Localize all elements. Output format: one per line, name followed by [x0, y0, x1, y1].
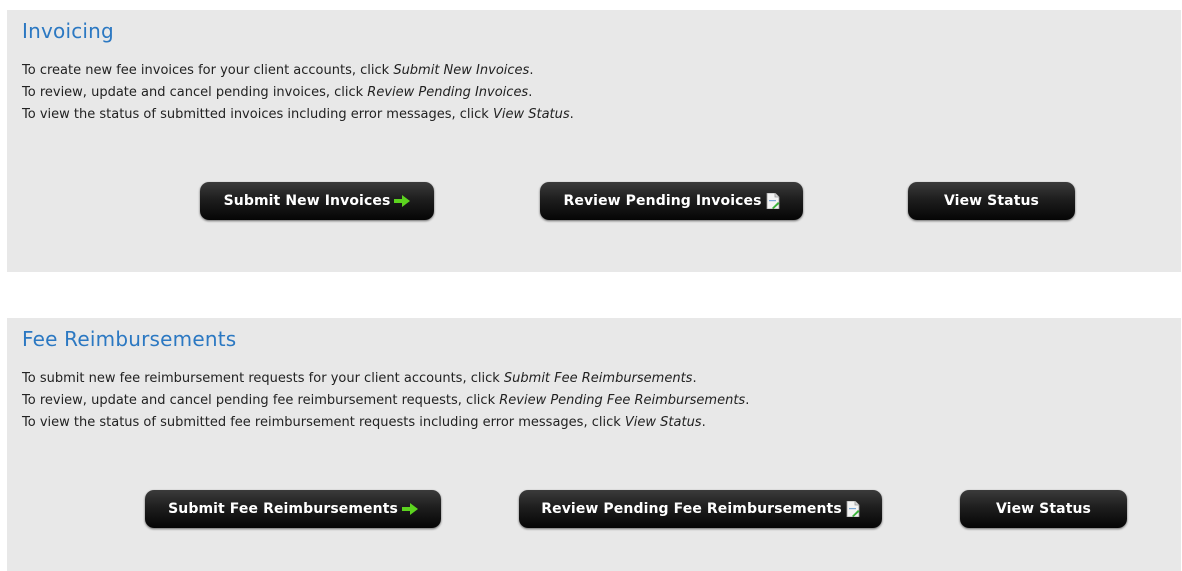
review-pending-fee-reimbursements-button[interactable]: Review Pending Fee Reimbursements	[519, 490, 882, 528]
document-edit-icon	[846, 501, 860, 517]
invoicing-instructions: To create new fee invoices for your clie…	[22, 60, 574, 126]
invoicing-view-status-button[interactable]: View Status	[908, 182, 1075, 220]
instruction-line: To submit new fee reimbursement requests…	[22, 368, 749, 390]
button-label: View Status	[995, 501, 1091, 517]
instruction-emphasis: Review Pending Fee Reimbursements	[499, 393, 746, 408]
instruction-period: .	[701, 415, 706, 430]
instruction-period: .	[528, 85, 533, 100]
instruction-emphasis: Submit New Invoices	[393, 63, 530, 78]
button-label: Review Pending Fee Reimbursements	[541, 501, 842, 517]
fee-reimbursements-view-status-button[interactable]: View Status	[960, 490, 1127, 528]
instruction-text: To create new fee invoices for your clie…	[22, 63, 394, 78]
instruction-period: .	[745, 393, 750, 408]
button-label: Submit Fee Reimbursements	[168, 501, 398, 517]
instruction-period: .	[529, 63, 534, 78]
invoicing-panel: Invoicing To create new fee invoices for…	[7, 10, 1181, 272]
instruction-period: .	[569, 107, 574, 122]
instruction-emphasis: View Status	[492, 107, 570, 122]
instruction-emphasis: Submit Fee Reimbursements	[503, 371, 693, 386]
instruction-text: To review, update and cancel pending fee…	[22, 393, 500, 408]
green-arrow-right-icon	[394, 195, 411, 207]
instruction-text: To view the status of submitted invoices…	[22, 107, 493, 122]
button-label: View Status	[943, 193, 1039, 209]
instruction-line: To review, update and cancel pending inv…	[22, 82, 574, 104]
instruction-text: To review, update and cancel pending inv…	[22, 85, 368, 100]
instruction-emphasis: Review Pending Invoices	[367, 85, 529, 100]
submit-new-invoices-button[interactable]: Submit New Invoices	[200, 182, 434, 220]
instruction-line: To view the status of submitted invoices…	[22, 104, 574, 126]
instruction-text: To submit new fee reimbursement requests…	[22, 371, 504, 386]
instruction-line: To create new fee invoices for your clie…	[22, 60, 574, 82]
instruction-line: To review, update and cancel pending fee…	[22, 390, 749, 412]
fee-reimbursements-panel: Fee Reimbursements To submit new fee rei…	[7, 318, 1181, 571]
instruction-emphasis: View Status	[624, 415, 702, 430]
document-edit-icon	[766, 193, 780, 209]
button-label: Review Pending Invoices	[563, 193, 762, 209]
instruction-period: .	[692, 371, 697, 386]
invoicing-title: Invoicing	[22, 19, 114, 43]
instruction-line: To view the status of submitted fee reim…	[22, 412, 749, 434]
green-arrow-right-icon	[401, 503, 418, 515]
fee-reimbursements-title: Fee Reimbursements	[22, 327, 237, 351]
instruction-text: To view the status of submitted fee reim…	[22, 415, 625, 430]
fee-reimbursements-instructions: To submit new fee reimbursement requests…	[22, 368, 749, 434]
button-label: Submit New Invoices	[223, 193, 391, 209]
review-pending-invoices-button[interactable]: Review Pending Invoices	[540, 182, 803, 220]
submit-fee-reimbursements-button[interactable]: Submit Fee Reimbursements	[145, 490, 441, 528]
